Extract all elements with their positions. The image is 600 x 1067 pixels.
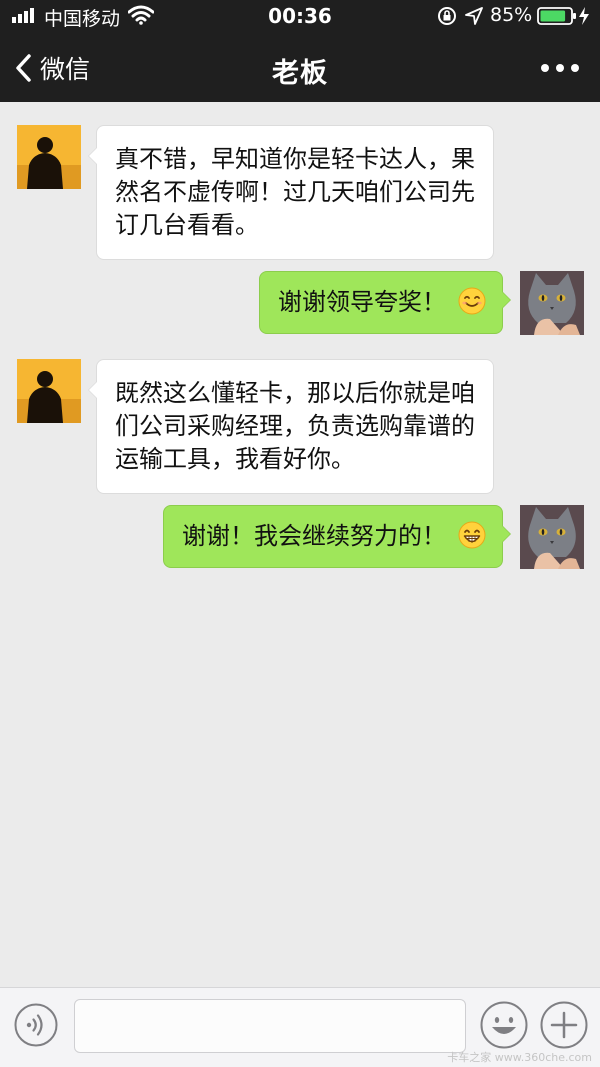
- message-text: 谢谢！我会继续努力的！: [182, 522, 446, 550]
- watermark: 卡车之家 www.360che.com: [447, 1051, 592, 1064]
- cat-avatar-image: [520, 271, 584, 335]
- message-bubble-outgoing[interactable]: 谢谢！我会继续努力的！: [163, 505, 511, 568]
- more-dots-icon[interactable]: [540, 56, 580, 80]
- charging-icon: [579, 7, 589, 25]
- message-bubble-incoming[interactable]: 既然这么懂轻卡，那以后你就是咱们公司采购经理，负责选购靠谱的运输工具，我看好你。: [88, 359, 494, 494]
- avatar-boss[interactable]: [17, 125, 81, 189]
- message-bubble-outgoing[interactable]: 谢谢领导夸奖！: [259, 271, 511, 334]
- top-bar: 中国移动 00:36 85% 微信 老板: [0, 0, 600, 102]
- avatar-me[interactable]: [520, 271, 584, 335]
- plus-icon[interactable]: [540, 1001, 588, 1049]
- nav-bar: 微信 老板: [0, 34, 600, 102]
- battery-percent: 85%: [490, 4, 533, 26]
- avatar-me[interactable]: [520, 505, 584, 569]
- battery-icon: [537, 7, 576, 25]
- page-title: 老板: [272, 58, 328, 89]
- boss-avatar-image: [17, 125, 81, 189]
- input-bar: 卡车之家 www.360che.com: [0, 987, 600, 1067]
- emoji-icon[interactable]: [480, 1001, 528, 1049]
- grinning-face-emoji: [458, 521, 486, 549]
- message-bubble-incoming[interactable]: 真不错，早知道你是轻卡达人，果然名不虚传啊！过几天咱们公司先订几台看看。: [88, 125, 494, 260]
- location-icon: [465, 7, 483, 25]
- rotation-lock-icon: [438, 7, 456, 25]
- avatar-boss[interactable]: [17, 359, 81, 423]
- message-input[interactable]: [74, 999, 466, 1053]
- status-bar: 中国移动 00:36 85%: [0, 0, 600, 34]
- message-text: 谢谢领导夸奖！: [278, 288, 446, 316]
- voice-icon[interactable]: [14, 1003, 58, 1047]
- smiling-face-emoji: [458, 287, 486, 315]
- chat-area: 真不错，早知道你是轻卡达人，果然名不虚传啊！过几天咱们公司先订几台看看。 谢谢领…: [0, 102, 600, 987]
- boss-avatar-image: [17, 359, 81, 423]
- cat-avatar-image: [520, 505, 584, 569]
